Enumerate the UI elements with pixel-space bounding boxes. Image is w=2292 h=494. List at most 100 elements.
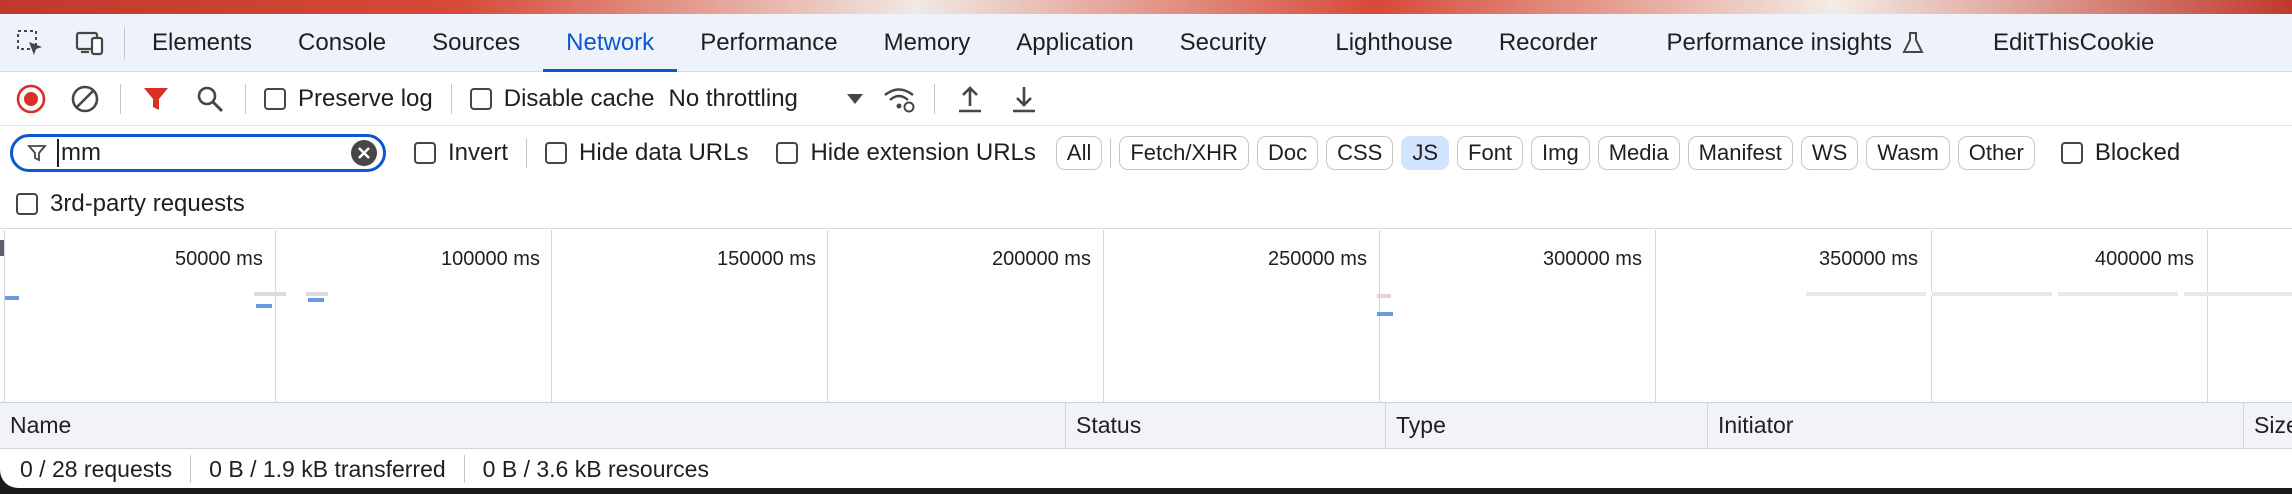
request-mark (5, 296, 19, 300)
tab-editthiscookie[interactable]: EditThisCookie (1970, 14, 2177, 72)
timeline-gridline (1379, 230, 1380, 402)
tab-performance-insights[interactable]: Performance insights (1644, 14, 1970, 72)
timeline-tick-label: 350000 ms (1819, 248, 1918, 270)
tab-sources[interactable]: Sources (409, 14, 543, 72)
requests-table-header: Name Status Type Initiator Size (0, 402, 2292, 449)
chip-label: JS (1412, 140, 1439, 165)
tab-performance[interactable]: Performance (677, 14, 860, 72)
blocked-checkbox[interactable]: Blocked (2060, 139, 2181, 167)
third-party-checkbox[interactable]: 3rd-party requests (16, 190, 245, 218)
hide-data-urls-checkbox[interactable]: Hide data URLs (545, 139, 748, 167)
type-filter-other[interactable]: Other (1957, 136, 2035, 170)
column-type[interactable]: Type (1386, 402, 1708, 449)
filter-icon (27, 145, 47, 162)
chip-label: All (1066, 140, 1092, 165)
tab-label: Lighthouse (1335, 28, 1453, 56)
preserve-log-label: Preserve log (298, 84, 433, 112)
preserve-log-checkbox[interactable]: Preserve log (264, 85, 433, 113)
type-filter-img[interactable]: Img (1531, 136, 1590, 170)
column-label: Type (1396, 412, 1446, 438)
type-filter-font[interactable]: Font (1457, 136, 1524, 170)
devtools-tabbar: Elements Console Sources Network Perform… (0, 14, 2292, 72)
clear-icon[interactable] (58, 72, 112, 126)
column-status[interactable]: Status (1066, 402, 1386, 449)
type-filter-manifest[interactable]: Manifest (1687, 136, 1793, 170)
tab-console[interactable]: Console (275, 14, 409, 72)
toolbar-separator (120, 83, 121, 114)
type-filter-wasm[interactable]: Wasm (1866, 136, 1950, 170)
chip-label: Other (1968, 140, 2024, 165)
tab-label: Performance insights (1666, 28, 1892, 56)
throttling-value: No throttling (668, 84, 798, 112)
column-initiator[interactable]: Initiator (1708, 402, 2244, 449)
tab-application[interactable]: Application (993, 14, 1156, 72)
tab-label: Performance (700, 28, 838, 56)
blocked-label: Blocked (2094, 139, 2181, 166)
filter-separator (1110, 138, 1112, 168)
import-har-icon[interactable] (943, 72, 997, 126)
device-toolbar-icon[interactable] (60, 14, 120, 72)
filter-input-value[interactable]: mm (57, 139, 351, 167)
checkbox-box[interactable] (776, 142, 799, 164)
record-stop-icon[interactable] (4, 72, 58, 126)
tab-lighthouse[interactable]: Lighthouse (1312, 14, 1475, 72)
timeline-tick-label: 250000 ms (1268, 248, 1367, 270)
type-filter-js[interactable]: JS (1401, 136, 1450, 170)
checkbox-box[interactable] (545, 142, 568, 164)
tab-network[interactable]: Network (543, 14, 678, 72)
invert-checkbox[interactable]: Invert (414, 139, 508, 167)
clear-filter-button[interactable] (351, 140, 377, 166)
filter-icon[interactable] (129, 72, 183, 126)
hide-extension-urls-checkbox[interactable]: Hide extension URLs (776, 139, 1036, 167)
timeline-tick-label: 150000 ms (717, 248, 816, 270)
checkbox-box[interactable] (414, 142, 436, 164)
checkbox-box[interactable] (469, 87, 492, 110)
request-mark (1377, 294, 1391, 298)
tab-label: EditThisCookie (1992, 28, 2155, 56)
timeline-gridline (4, 230, 5, 402)
type-filter-fetch-xhr[interactable]: Fetch/XHR (1119, 136, 1249, 170)
checkbox-box[interactable] (264, 87, 286, 110)
chip-label: Wasm (1877, 140, 1939, 165)
close-icon (358, 147, 370, 159)
hide-data-urls-label: Hide data URLs (579, 139, 749, 166)
timeline-tick-label: 400000 ms (2095, 248, 2194, 270)
network-overview-timeline[interactable]: 50000 ms 100000 ms 150000 ms 200000 ms 2… (0, 230, 2292, 403)
requests-count: 0 / 28 requests (20, 455, 173, 482)
tab-recorder[interactable]: Recorder (1476, 14, 1644, 72)
checkbox-box[interactable] (16, 192, 38, 215)
disable-cache-checkbox[interactable]: Disable cache (469, 85, 654, 113)
third-party-label: 3rd-party requests (50, 189, 245, 217)
tab-elements[interactable]: Elements (129, 14, 275, 72)
throttling-select[interactable]: No throttling (668, 85, 863, 113)
chip-label: CSS (1337, 140, 1383, 165)
type-filter-doc[interactable]: Doc (1256, 136, 1319, 170)
tab-memory[interactable]: Memory (861, 14, 994, 72)
checkbox-box[interactable] (2060, 142, 2083, 164)
timeline-gridline (551, 230, 552, 402)
timeline-gridline (1103, 230, 1104, 402)
column-size[interactable]: Size (2244, 403, 2292, 449)
request-mark (1806, 292, 2292, 296)
column-label: Size (2254, 412, 2292, 438)
request-mark (256, 304, 272, 308)
network-conditions-icon[interactable] (872, 72, 926, 126)
chip-label: Fetch/XHR (1130, 140, 1238, 165)
search-icon[interactable] (183, 72, 237, 126)
type-filter-ws[interactable]: WS (1800, 136, 1859, 170)
tab-label: Console (298, 28, 387, 56)
filter-input[interactable]: mm (10, 134, 386, 172)
tab-label: Sources (432, 28, 521, 56)
timeline-gridline (1931, 230, 1932, 402)
tab-security[interactable]: Security (1157, 14, 1313, 72)
column-name[interactable]: Name (0, 402, 1066, 449)
export-har-icon[interactable] (997, 72, 1051, 126)
type-filter-all[interactable]: All (1055, 136, 1103, 170)
chip-label: Img (1542, 140, 1579, 165)
filter-separator (526, 138, 528, 168)
type-filter-css[interactable]: CSS (1326, 136, 1394, 170)
element-picker-icon[interactable] (0, 14, 60, 72)
type-filter-media[interactable]: Media (1597, 136, 1680, 170)
request-mark (306, 292, 328, 296)
flask-icon (1902, 31, 1924, 53)
